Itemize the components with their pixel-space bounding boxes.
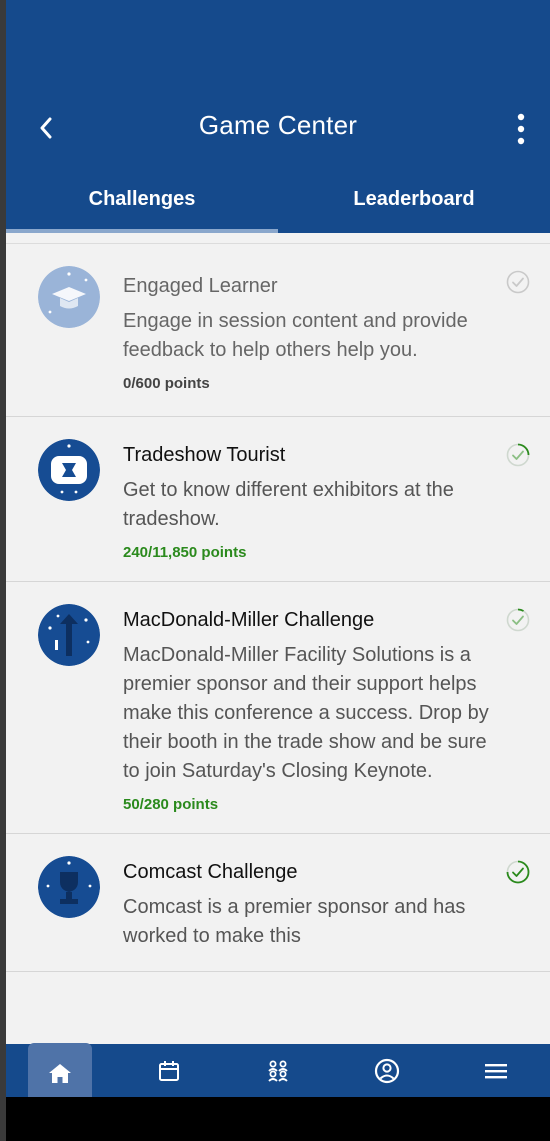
tradeshow-booth-badge-icon <box>38 439 100 501</box>
more-vertical-icon <box>517 113 525 145</box>
active-tab-indicator <box>6 229 278 233</box>
tab-challenges-label: Challenges <box>88 188 196 210</box>
challenge-points: 0/600 points <box>123 375 210 392</box>
tab-bar: Challenges Leaderboard <box>6 178 550 233</box>
challenge-points: 50/280 points <box>123 796 219 813</box>
screen: Game Center Challenges Leaderboard Engag… <box>6 0 550 1141</box>
app-header: Game Center Challenges Leaderboard <box>6 0 550 233</box>
challenge-item-comcast[interactable]: Comcast Challenge Comcast is a premier s… <box>6 834 550 972</box>
tab-leaderboard-label: Leaderboard <box>353 188 475 210</box>
challenge-title: MacDonald-Miller Challenge <box>123 609 375 631</box>
tab-leaderboard[interactable]: Leaderboard <box>278 178 550 233</box>
calendar-icon <box>159 1060 180 1081</box>
tab-indicator <box>278 229 550 233</box>
challenge-title: Comcast Challenge <box>123 861 298 883</box>
progress-check-icon[interactable] <box>506 608 530 632</box>
profile-icon <box>374 1058 399 1083</box>
challenge-item-engaged-learner[interactable]: Engaged Learner Engage in session conten… <box>6 244 550 417</box>
more-options-button[interactable] <box>506 108 536 150</box>
nav-menu-button[interactable] <box>441 1044 550 1097</box>
bottom-navigation <box>6 1042 550 1103</box>
challenge-description: Get to know different exhibitors at the … <box>123 479 454 530</box>
system-navigation-bar <box>6 1097 550 1141</box>
challenge-title: Tradeshow Tourist <box>123 444 286 466</box>
page-title: Game Center <box>198 110 358 140</box>
progress-check-icon[interactable] <box>506 443 530 467</box>
challenge-description: Engage in session content and provide fe… <box>123 310 468 361</box>
trophy-badge-icon <box>38 856 100 918</box>
mortarboard-badge-icon <box>38 266 100 328</box>
menu-icon <box>484 1063 507 1078</box>
challenge-description: MacDonald-Miller Facility Solutions is a… <box>123 644 489 782</box>
nav-profile-button[interactable] <box>332 1044 441 1097</box>
checkmark-circle-icon[interactable] <box>506 270 530 294</box>
challenge-points: 240/11,850 points <box>123 544 247 561</box>
home-icon <box>49 1063 72 1083</box>
progress-check-icon[interactable] <box>506 860 530 884</box>
challenge-item-macdonald-miller[interactable]: MacDonald-Miller Challenge MacDonald-Mil… <box>6 582 550 834</box>
challenge-item-tradeshow-tourist[interactable]: Tradeshow Tourist Get to know different … <box>6 417 550 582</box>
challenge-title: Engaged Learner <box>123 275 278 297</box>
nav-attendees-button[interactable] <box>224 1044 333 1097</box>
nav-schedule-button[interactable] <box>115 1044 224 1097</box>
challenge-list[interactable]: Engaged Learner Engage in session conten… <box>6 243 550 1044</box>
challenge-description: Comcast is a premier sponsor and has wor… <box>123 896 466 947</box>
tab-challenges[interactable]: Challenges <box>6 178 278 233</box>
sponsor-badge-icon <box>38 604 100 666</box>
people-icon <box>268 1060 288 1082</box>
nav-home-highlight <box>28 1042 93 1103</box>
nav-home-button[interactable] <box>6 1042 115 1103</box>
